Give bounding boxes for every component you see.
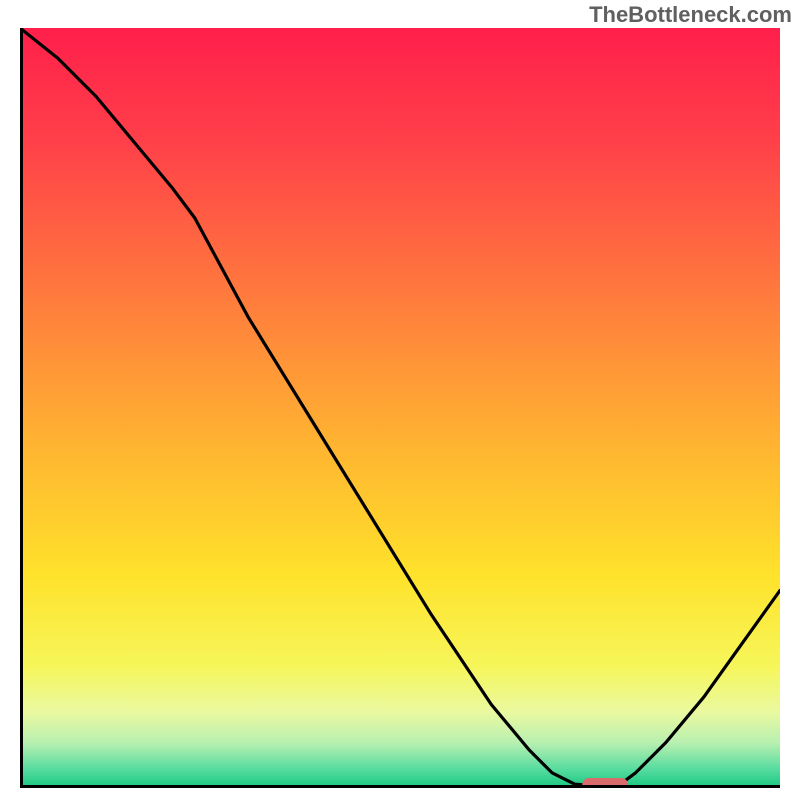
chart-plot-area [20,28,780,788]
chart-axis-left [20,28,23,788]
watermark-text: TheBottleneck.com [589,2,792,28]
chart-svg [20,28,780,788]
chart-axis-bottom [20,785,780,788]
